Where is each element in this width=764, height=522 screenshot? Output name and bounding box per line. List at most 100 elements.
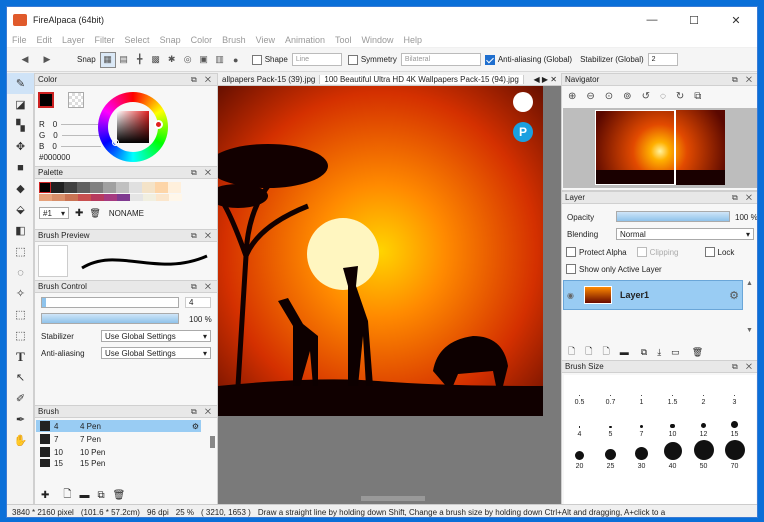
hue-wheel[interactable] <box>98 92 168 162</box>
brush-size-cell[interactable]: 25 <box>595 439 626 471</box>
shape-checkbox[interactable] <box>251 54 262 65</box>
lock-checkbox[interactable] <box>704 247 715 257</box>
palette-swatch[interactable] <box>143 194 156 201</box>
show-only-active-checkbox[interactable] <box>566 264 576 274</box>
layer-name[interactable]: Layer1 <box>620 290 649 300</box>
snap-off-icon[interactable]: ▦ <box>99 51 116 68</box>
tab-scroll-arrows-icon[interactable]: ◀ ▶ ✕ <box>530 75 561 84</box>
new-layer-icon[interactable]: 🗋 <box>568 344 575 360</box>
snap-radial-icon[interactable]: ✱ <box>164 52 180 68</box>
palette-swatch[interactable] <box>51 182 64 193</box>
menu-filter[interactable]: Filter <box>95 35 115 45</box>
panel-float-close-icon[interactable]: ⧉ ✕ <box>191 282 214 292</box>
symmetry-checkbox[interactable] <box>347 54 358 65</box>
palette-swatch[interactable] <box>142 182 155 193</box>
blending-select[interactable]: Normal ▾ <box>616 228 754 240</box>
brush-settings-icon[interactable]: ⚙ <box>192 422 199 431</box>
panel-float-close-icon[interactable]: ⧉ ✕ <box>732 362 755 372</box>
gradient-tool-icon[interactable]: ◧ <box>7 220 34 241</box>
brush-size-cell[interactable]: 0.7 <box>595 375 626 407</box>
tab-document-1[interactable]: allpapers Pack-15 (39).jpg <box>218 74 321 84</box>
eraser-tool-icon[interactable]: ◪ <box>7 94 34 115</box>
palette-add-icon[interactable]: ✚ <box>75 208 83 219</box>
brush-size-cell[interactable]: 1 <box>626 375 657 407</box>
shape-select[interactable]: Line <box>291 53 342 66</box>
saturation-square[interactable] <box>117 111 149 143</box>
g-value[interactable]: 0 <box>53 131 57 140</box>
palette-swatch[interactable] <box>77 182 90 193</box>
merge-down-icon[interactable]: ⤓ <box>657 347 661 358</box>
select-tool-icon[interactable]: ⬚ <box>7 241 34 262</box>
brush-size-cell[interactable]: 0.5 <box>564 375 595 407</box>
menu-help[interactable]: Help <box>404 35 423 45</box>
brush-item[interactable]: 10 10 Pen <box>36 446 201 458</box>
dot-tool-icon[interactable]: ▚ <box>7 115 34 136</box>
lasso-tool-icon[interactable]: ◌ <box>7 262 34 283</box>
palette-swatch[interactable] <box>169 194 182 201</box>
brush-size-cell[interactable]: 10 <box>657 407 688 439</box>
brush-item[interactable]: 15 15 Pen <box>36 459 201 467</box>
layer-visibility-icon[interactable]: ◉ <box>567 291 574 300</box>
operation-tool-icon[interactable]: ↖ <box>7 367 34 388</box>
palette-delete-icon[interactable]: 🗑 <box>89 208 100 219</box>
close-button[interactable]: ✕ <box>715 7 757 33</box>
palette-swatch[interactable] <box>116 182 129 193</box>
minimize-button[interactable]: — <box>631 7 673 33</box>
layer-scroll-up-icon[interactable]: ▲ <box>746 280 753 287</box>
panel-float-close-icon[interactable]: ⧉ ✕ <box>191 407 214 417</box>
snap-3d-icon[interactable]: ▥ <box>212 52 228 68</box>
antialias-checkbox[interactable] <box>484 54 495 65</box>
b-value[interactable]: 0 <box>52 142 56 151</box>
palette-swatch[interactable] <box>39 194 52 201</box>
bucket-tool-icon[interactable]: ⬙ <box>7 199 34 220</box>
antialias-select[interactable]: Use Global Settings ▾ <box>101 347 211 359</box>
stabilizer-select[interactable]: Use Global Settings ▾ <box>101 330 211 342</box>
rotate-right-icon[interactable]: ↻ <box>676 91 684 102</box>
canvas-image[interactable]: P <box>218 86 543 416</box>
menu-tool[interactable]: Tool <box>335 35 352 45</box>
menu-animation[interactable]: Animation <box>285 35 325 45</box>
delete-layer-icon[interactable]: 🗑 <box>692 347 703 358</box>
layer-opacity-slider[interactable] <box>616 211 730 222</box>
panel-float-close-icon[interactable]: ⧉ ✕ <box>191 231 214 241</box>
sv-handle[interactable] <box>112 139 119 146</box>
brush-item[interactable]: 7 7 Pen <box>36 433 201 445</box>
new-file-icon[interactable]: 🗋 <box>63 487 71 504</box>
panel-float-close-icon[interactable]: ⧉ ✕ <box>732 193 755 203</box>
canvas-h-scrollbar[interactable] <box>361 496 425 501</box>
palette-swatch[interactable] <box>168 182 181 193</box>
palette-swatch[interactable] <box>78 194 91 201</box>
brush-size-cell[interactable]: 4 <box>564 407 595 439</box>
hex-value[interactable]: #000000 <box>39 153 70 162</box>
navigator-preview[interactable] <box>563 108 757 188</box>
brush-size-cell[interactable]: 5 <box>595 407 626 439</box>
layer-row[interactable]: ◉ Layer1 ⚙ <box>563 280 743 310</box>
rotate-reset-icon[interactable]: ◌ <box>660 91 666 102</box>
brush-size-cell[interactable]: 12 <box>688 407 719 439</box>
menu-edit[interactable]: Edit <box>37 35 53 45</box>
palette-swatch[interactable] <box>130 194 143 201</box>
brush-tool-icon[interactable]: ✎ <box>7 73 34 94</box>
palette-swatch[interactable] <box>155 182 168 193</box>
eyedropper-tool-icon[interactable]: ✒ <box>7 409 34 430</box>
r-value[interactable]: 0 <box>53 120 57 129</box>
panel-float-close-icon[interactable]: ⧉ ✕ <box>191 168 214 178</box>
primary-color-swatch[interactable] <box>38 92 54 108</box>
stabilizer-select[interactable]: 2 <box>647 53 678 66</box>
menu-brush[interactable]: Brush <box>222 35 246 45</box>
blur-tool-icon[interactable]: ◆ <box>7 178 34 199</box>
redo-icon[interactable]: ▶ <box>39 52 55 68</box>
menu-window[interactable]: Window <box>362 35 394 45</box>
snap-parallel-icon[interactable]: ▤ <box>116 52 132 68</box>
brush-opacity-slider[interactable] <box>41 313 179 324</box>
palette-swatch[interactable] <box>65 194 78 201</box>
menu-view[interactable]: View <box>256 35 275 45</box>
palette-swatch[interactable] <box>90 182 103 193</box>
clear-layer-icon[interactable]: ▭ <box>671 347 680 358</box>
layer-scroll-down-icon[interactable]: ▼ <box>746 327 753 334</box>
fill-rect-tool-icon[interactable]: ■ <box>7 157 34 178</box>
brush-size-cell[interactable]: 30 <box>626 439 657 471</box>
undo-icon[interactable]: ◀ <box>17 52 33 68</box>
snap-settings-icon[interactable]: ● <box>228 52 244 68</box>
delete-brush-icon[interactable]: 🗑 <box>113 490 126 501</box>
